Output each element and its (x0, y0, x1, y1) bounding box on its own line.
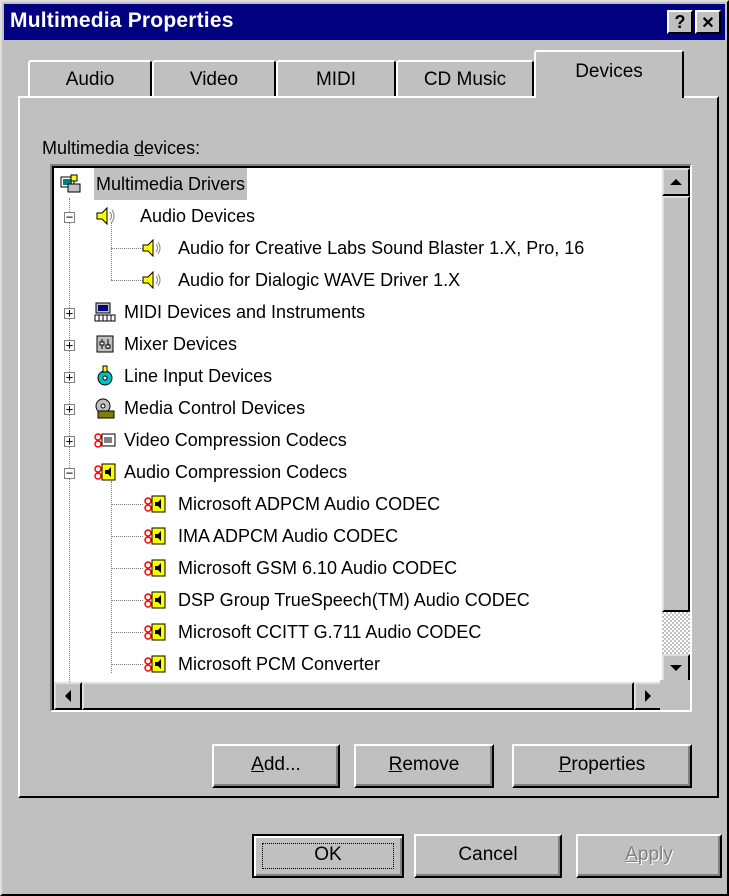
audio-codec-icon (94, 463, 116, 481)
line-input-icon (97, 365, 113, 386)
arrow-right-icon (645, 690, 651, 702)
properties-button[interactable]: Properties (512, 744, 692, 788)
window-title: Multimedia Properties (10, 9, 234, 32)
tree-item-video-compression-codecs[interactable]: Video Compression Codecs (76, 424, 636, 456)
tree-item-media-control-devices[interactable]: Media Control Devices (76, 392, 636, 424)
vertical-scroll-thumb[interactable] (662, 196, 690, 612)
audio-codec-icon (144, 591, 166, 609)
tab-audio[interactable]: Audio (28, 60, 152, 100)
tab-cd-music[interactable]: CD Music (396, 60, 534, 100)
audio-codec-icon (144, 527, 166, 545)
close-icon: ✕ (701, 15, 715, 32)
devices-tree-view[interactable]: Multimedia Drivers − Audio Devices Audio… (50, 164, 692, 712)
audio-codec-icon (144, 655, 166, 673)
multimedia-devices-label: Multimedia devices: (42, 138, 201, 158)
scroll-up-button[interactable] (662, 168, 690, 196)
multimedia-drivers-icon (60, 174, 81, 193)
tree-item-audio-compression-codecs[interactable]: Audio Compression Codecs (76, 456, 636, 488)
help-button[interactable]: ? (667, 10, 693, 34)
tree-item-ms-adpcm[interactable]: Microsoft ADPCM Audio CODEC (54, 488, 654, 520)
arrow-left-icon (65, 690, 71, 702)
tree-item-midi-devices[interactable]: MIDI Devices and Instruments (76, 296, 636, 328)
apply-button[interactable]: Apply (576, 834, 722, 878)
tab-devices[interactable]: Devices (534, 50, 684, 98)
horizontal-scrollbar[interactable] (54, 682, 662, 710)
scroll-left-button[interactable] (54, 682, 82, 710)
collapse-icon[interactable]: − (64, 467, 75, 479)
cancel-button[interactable]: Cancel (414, 834, 562, 878)
ok-button[interactable]: OK (252, 834, 404, 878)
expand-icon[interactable]: + (64, 435, 75, 447)
tab-midi[interactable]: MIDI (276, 60, 396, 100)
scroll-right-button[interactable] (634, 682, 662, 710)
mixer-icon (96, 335, 114, 353)
tree-item-audio-devices[interactable]: Audio Devices (54, 200, 654, 232)
audio-codec-icon (144, 559, 166, 577)
add-button[interactable]: Add... (212, 744, 340, 788)
scroll-corner (660, 680, 690, 710)
horizontal-scroll-thumb[interactable] (82, 682, 634, 710)
tree-item-ima-adpcm[interactable]: IMA ADPCM Audio CODEC (54, 520, 654, 552)
remove-button[interactable]: Remove (354, 744, 494, 788)
tree-item-audio-creative-labs[interactable]: Audio for Creative Labs Sound Blaster 1.… (54, 232, 690, 264)
audio-codec-icon (144, 495, 166, 513)
scroll-down-button[interactable] (662, 654, 690, 682)
tree-item-ms-gsm[interactable]: Microsoft GSM 6.10 Audio CODEC (54, 552, 654, 584)
tree-item-audio-dialogic[interactable]: Audio for Dialogic WAVE Driver 1.X (54, 264, 654, 296)
expand-icon[interactable]: + (64, 403, 75, 415)
midi-computer-icon (94, 302, 116, 322)
title-bar[interactable]: Multimedia Properties ? ✕ (4, 4, 725, 40)
arrow-up-icon (670, 179, 682, 185)
tree-item-truespeech[interactable]: DSP Group TrueSpeech(TM) Audio CODEC (54, 584, 654, 616)
tree-item-line-input-devices[interactable]: Line Input Devices (76, 360, 636, 392)
speaker-icon (142, 238, 161, 258)
multimedia-properties-dialog: Multimedia Properties ? ✕ Audio Video MI… (0, 0, 729, 896)
tree-item-ms-ccitt[interactable]: Microsoft CCITT G.711 Audio CODEC (54, 616, 654, 648)
tree-item-multimedia-drivers[interactable]: Multimedia Drivers (54, 168, 654, 200)
speaker-icon (96, 206, 115, 226)
arrow-down-icon (670, 665, 682, 671)
expand-icon[interactable]: + (64, 339, 75, 351)
tab-video[interactable]: Video (152, 60, 276, 100)
expand-icon[interactable]: + (64, 307, 75, 319)
audio-codec-icon (144, 623, 166, 641)
close-button[interactable]: ✕ (695, 10, 721, 34)
focus-rectangle (262, 843, 394, 869)
media-control-icon (95, 398, 115, 419)
vertical-scrollbar[interactable] (662, 168, 690, 682)
tree-item-mixer-devices[interactable]: Mixer Devices (76, 328, 636, 360)
expand-icon[interactable]: + (64, 371, 75, 383)
video-codec-icon (94, 433, 116, 448)
speaker-icon (142, 270, 161, 290)
